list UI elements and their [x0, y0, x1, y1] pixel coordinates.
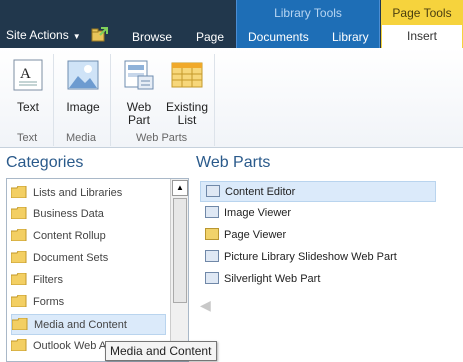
page-viewer-icon [205, 228, 219, 241]
web-part-label: Picture Library Slideshow Web Part [224, 251, 397, 263]
tab-page[interactable]: Page [196, 30, 224, 44]
web-part-label: Page Viewer [224, 229, 287, 241]
folder-icon [11, 273, 27, 286]
group-label-media: Media [66, 132, 96, 144]
category-tooltip: Media and Content [105, 341, 217, 361]
category-label: Forms [33, 296, 65, 308]
tab-library[interactable]: Library [332, 30, 369, 44]
insert-existing-list-button[interactable]: Existing List [164, 58, 210, 127]
category-label: Outlook Web A [33, 340, 107, 352]
folder-icon [11, 339, 27, 352]
categories-title: Categories [6, 154, 84, 171]
content-editor-icon [206, 185, 220, 198]
ribbon-insert-panel: A Text Image Web Part Existing List Text… [0, 48, 463, 148]
image-viewer-icon [205, 206, 219, 219]
insert-image-label: Image [66, 100, 100, 114]
folder-icon [11, 186, 27, 199]
categories-list[interactable]: Lists and Libraries Business Data Conten… [6, 178, 189, 362]
scrollbar-thumb[interactable] [173, 198, 187, 303]
web-part-icon [124, 60, 154, 90]
scroll-up-arrow-icon[interactable]: ▲ [172, 180, 188, 196]
web-part-item[interactable]: Page Viewer [200, 225, 436, 246]
categories-scrollbar[interactable]: ▲ [170, 179, 188, 361]
web-part-item[interactable]: Silverlight Web Part [200, 269, 436, 290]
ribbon-tab-bar: Library Tools Page Tools Site Actions ▼ B… [0, 0, 463, 48]
folder-icon [11, 207, 27, 220]
svg-text:A: A [20, 66, 31, 82]
chevron-down-icon: ▼ [72, 32, 81, 41]
category-label: Media and Content [34, 319, 127, 331]
web-part-item-selected[interactable]: Content Editor [200, 181, 436, 202]
list-icon [171, 62, 203, 88]
image-icon [67, 60, 99, 90]
category-label: Lists and Libraries [33, 187, 123, 199]
navigate-up-icon[interactable] [91, 27, 108, 42]
folder-icon [11, 251, 27, 264]
category-item[interactable]: Business Data [11, 204, 166, 225]
site-actions-label: Site Actions [6, 28, 69, 42]
folder-icon [11, 295, 27, 308]
ribbon-separator [53, 54, 54, 146]
existing-list-label-line2: List [177, 113, 197, 127]
web-part-label: Content Editor [225, 186, 296, 198]
group-label-text: Text [17, 132, 38, 144]
insert-text-label: Text [16, 100, 39, 114]
tab-insert[interactable]: Insert [382, 25, 462, 48]
category-label: Document Sets [33, 252, 109, 264]
insert-web-part-button[interactable]: Web Part [120, 58, 158, 127]
category-item[interactable]: Content Rollup [11, 226, 166, 247]
tab-browse[interactable]: Browse [132, 30, 172, 44]
web-part-label-line2: Part [127, 113, 150, 127]
category-item-selected[interactable]: Media and Content [11, 314, 166, 335]
web-parts-title: Web Parts [196, 154, 271, 171]
ribbon-separator [214, 54, 215, 146]
slideshow-icon [205, 250, 219, 263]
category-label: Filters [33, 274, 63, 286]
group-label-web-parts: Web Parts [136, 132, 188, 144]
insert-text-button[interactable]: A Text [10, 58, 46, 114]
silverlight-icon [205, 272, 219, 285]
web-part-label: Silverlight Web Part [224, 273, 321, 285]
category-item[interactable]: Filters [11, 270, 166, 291]
tab-documents[interactable]: Documents [248, 30, 309, 44]
site-actions-menu[interactable]: Site Actions ▼ [6, 28, 81, 42]
insert-image-button[interactable]: Image [63, 58, 103, 114]
text-icon: A [13, 59, 43, 91]
web-part-label: Image Viewer [224, 207, 292, 219]
category-item[interactable]: Forms [11, 292, 166, 313]
ribbon-separator [110, 54, 111, 146]
previous-page-arrow-icon[interactable]: ◀ [200, 297, 211, 314]
web-part-item[interactable]: Picture Library Slideshow Web Part [200, 247, 440, 268]
page-tools-label: Page Tools [392, 6, 452, 20]
folder-icon [12, 318, 28, 331]
web-part-item[interactable]: Image Viewer [200, 203, 436, 224]
library-tools-label: Library Tools [274, 6, 342, 20]
category-item[interactable]: Lists and Libraries [11, 183, 166, 204]
category-label: Content Rollup [33, 230, 106, 242]
folder-icon [11, 229, 27, 242]
category-label: Business Data [33, 208, 104, 220]
category-item[interactable]: Document Sets [11, 248, 166, 269]
